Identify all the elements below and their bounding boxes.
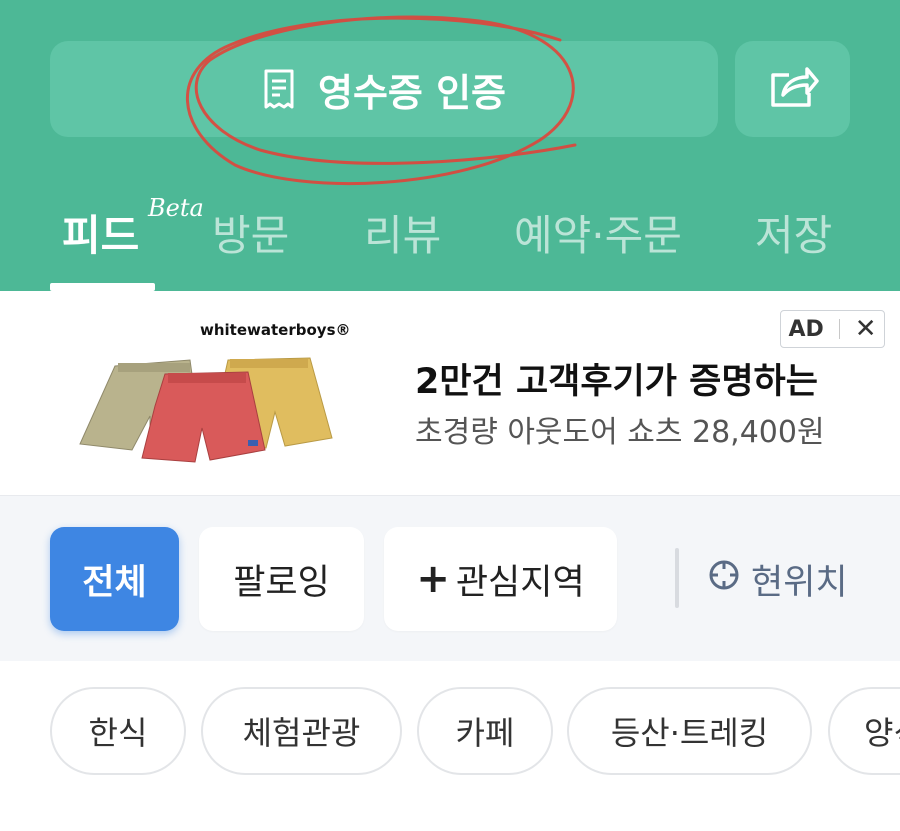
beta-badge: Beta <box>148 194 204 222</box>
category-cafe[interactable]: 카페 <box>417 687 553 775</box>
ad-badge-divider <box>838 319 840 339</box>
category-western[interactable]: 양식 <box>828 687 900 775</box>
tab-feed[interactable]: 피드 Beta <box>62 194 204 263</box>
active-tab-indicator <box>50 283 155 291</box>
category-list: 한식 체험관광 카페 등산·트레킹 양식 <box>0 661 900 831</box>
category-label: 체험관광 <box>242 714 361 752</box>
header-bar: 영수증 인증 피드 Beta 방문 리뷰 예약·주문 저장 <box>0 0 900 291</box>
category-label: 등산·트레킹 <box>610 714 769 752</box>
tab-saved[interactable]: 저장 <box>755 202 832 263</box>
ad-brand: whitewaterboys® <box>200 321 351 339</box>
receipt-icon <box>262 69 296 109</box>
ad-product-image <box>79 357 333 463</box>
category-label: 한식 <box>88 714 148 752</box>
filter-all[interactable]: 전체 <box>50 527 179 631</box>
filter-following[interactable]: 팔로잉 <box>199 527 364 631</box>
filter-all-label: 전체 <box>82 562 147 603</box>
tab-feed-label: 피드 <box>62 211 140 260</box>
receipt-verify-label: 영수증 인증 <box>317 70 507 115</box>
share-icon <box>767 65 819 113</box>
category-label: 양식 <box>864 714 900 752</box>
ad-subline: 초경량 아웃도어 쇼츠 28,400원 <box>415 415 825 450</box>
ad-label: AD <box>788 316 824 342</box>
category-experience-tour[interactable]: 체험관광 <box>201 687 402 775</box>
filter-interest-region[interactable]: + 관심지역 <box>384 527 617 631</box>
crosshair-icon <box>707 558 741 601</box>
category-hiking-trekking[interactable]: 등산·트레킹 <box>567 687 812 775</box>
tab-visit-label: 방문 <box>212 211 290 260</box>
tab-reservation-order[interactable]: 예약·주문 <box>514 202 682 263</box>
tab-visit[interactable]: 방문 <box>212 202 289 263</box>
current-location-label: 현위치 <box>751 563 848 603</box>
tab-saved-label: 저장 <box>755 211 833 260</box>
current-location-button[interactable]: 현위치 <box>707 554 848 605</box>
filter-following-label: 팔로잉 <box>233 562 330 603</box>
tab-review[interactable]: 리뷰 <box>364 202 441 263</box>
ad-badge: AD ✕ <box>780 310 885 348</box>
category-label: 카페 <box>455 714 515 752</box>
filter-interest-region-label: 관심지역 <box>455 562 585 603</box>
close-icon[interactable]: ✕ <box>855 314 877 344</box>
ad-headline: 2만건 고객후기가 증명하는 <box>415 362 818 402</box>
category-korean[interactable]: 한식 <box>50 687 186 775</box>
tab-bar: 피드 Beta 방문 리뷰 예약·주문 저장 <box>0 190 900 291</box>
plus-icon: + <box>416 556 450 602</box>
tab-reservation-order-label: 예약·주문 <box>514 211 682 260</box>
share-button[interactable] <box>735 41 850 137</box>
tab-review-label: 리뷰 <box>364 211 442 260</box>
feed-filter-bar: 전체 팔로잉 + 관심지역 현위치 <box>0 495 900 661</box>
receipt-verify-button[interactable]: 영수증 인증 <box>50 41 718 137</box>
filter-divider <box>675 548 679 608</box>
ad-banner[interactable]: whitewaterboys® AD ✕ 2만건 고객후기가 증명하는 초경량 … <box>0 291 900 495</box>
